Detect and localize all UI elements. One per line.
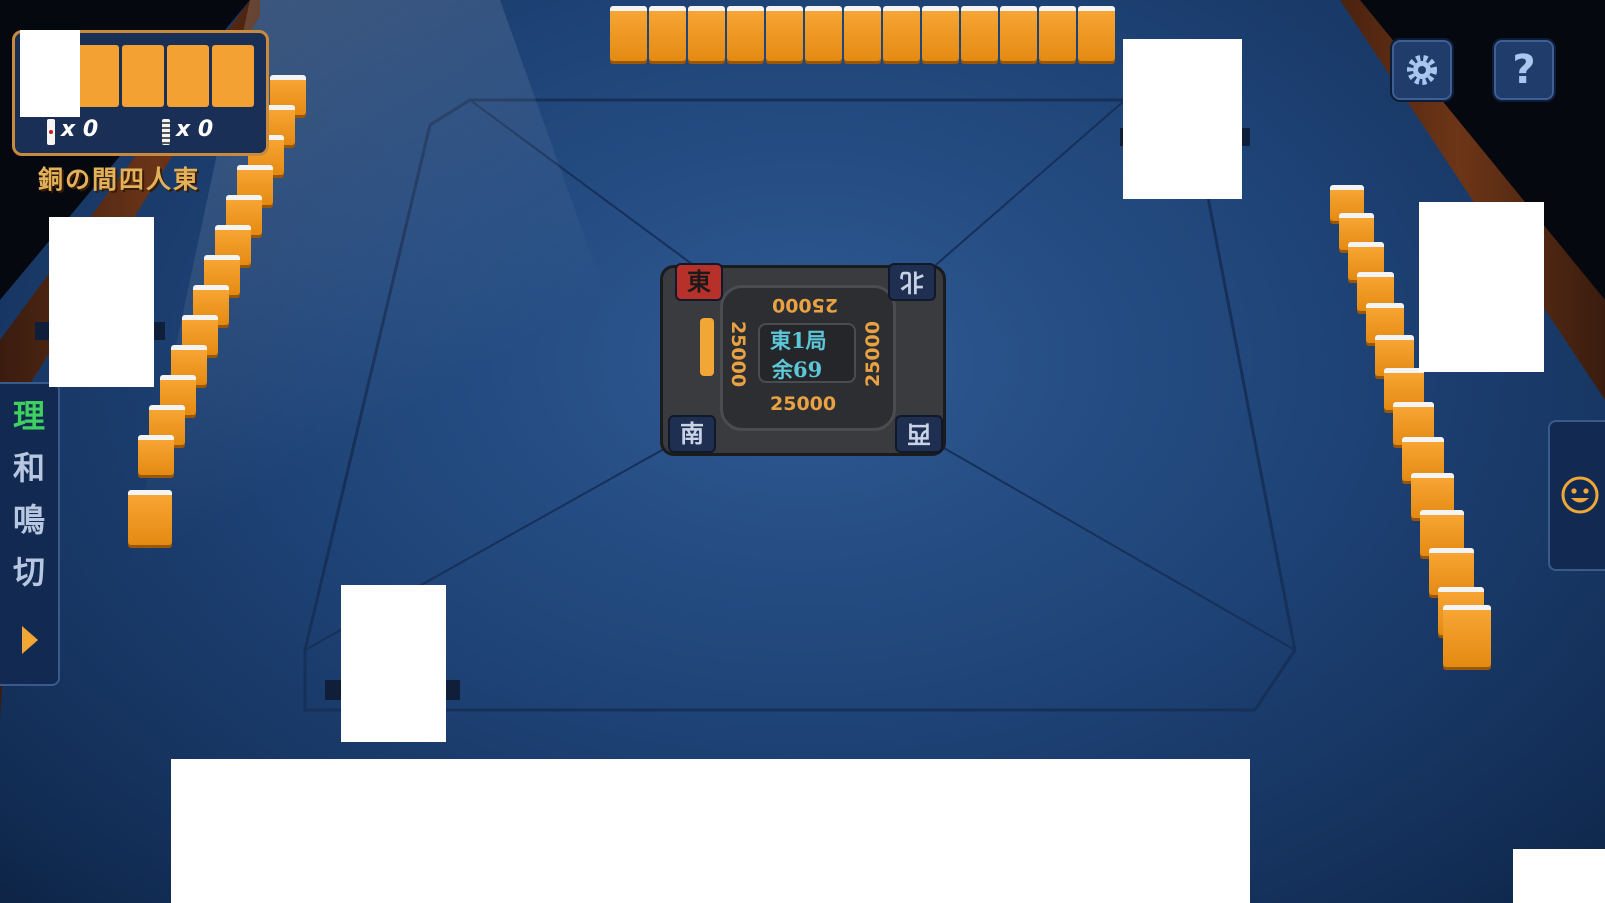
smiley-icon [1561, 476, 1599, 514]
riichi-stick-count: x 0 [61, 117, 99, 142]
help-button[interactable]: ? [1492, 38, 1556, 102]
auto-call-toggle[interactable]: 鳴 [0, 494, 58, 546]
tile-back [1443, 605, 1491, 667]
redacted-region [20, 30, 80, 117]
room-name: 銅の間四人東 [38, 165, 201, 194]
help-label: ? [1512, 47, 1536, 93]
hundred-stick-count: x 0 [176, 117, 214, 142]
remaining-tiles-label: 余69 [772, 357, 823, 382]
auto-action-panel: 理 和 鳴 切 [0, 382, 60, 686]
dora-tile-slot [212, 45, 254, 107]
opponent-top-hand [610, 6, 1122, 61]
redacted-region [1419, 202, 1544, 372]
wind-right: 北 [888, 263, 936, 301]
tile-back [1039, 6, 1076, 61]
tile-back [961, 6, 998, 61]
wind-self: 東 [675, 263, 723, 301]
tile-back [766, 6, 803, 61]
hundred-stick-icon [162, 119, 170, 145]
tile-back [844, 6, 881, 61]
round-label: 東1局 [770, 328, 827, 353]
tile-back [128, 490, 172, 545]
tile-back [805, 6, 842, 61]
settings-button[interactable] [1390, 38, 1454, 102]
score-right: 25000 [862, 320, 885, 388]
turn-indicator [700, 318, 714, 376]
score-left: 25000 [727, 320, 750, 388]
riichi-stick-icon [47, 119, 55, 145]
game-scene: 東 北 西 南 25000 25000 25000 25000 東1局 余69 … [0, 0, 1605, 903]
dora-tile-slot [167, 45, 209, 107]
tile-back [1078, 6, 1115, 61]
tile-back [138, 435, 174, 475]
auto-riichi-toggle[interactable]: 理 [0, 390, 58, 442]
dora-tile-slot [122, 45, 164, 107]
wind-top: 西 [895, 415, 943, 453]
tile-back [610, 6, 647, 61]
redacted-region [1123, 39, 1242, 199]
tile-back [688, 6, 725, 61]
score-top: 25000 [772, 294, 839, 316]
redacted-region [341, 585, 446, 742]
dora-tile-slot [77, 45, 119, 107]
gear-icon [1407, 55, 1437, 85]
redacted-region [1513, 849, 1605, 903]
tile-back [649, 6, 686, 61]
auto-discard-toggle[interactable]: 切 [0, 546, 58, 598]
redacted-player-hand [171, 759, 1250, 903]
tile-back [883, 6, 920, 61]
triangle-right-icon[interactable] [20, 624, 40, 656]
tile-back [922, 6, 959, 61]
wind-left: 南 [668, 415, 716, 453]
score-bottom: 25000 [770, 393, 837, 415]
emote-button[interactable] [1548, 420, 1605, 571]
tile-back [1000, 6, 1037, 61]
auto-win-toggle[interactable]: 和 [0, 442, 58, 494]
redacted-region [49, 217, 154, 387]
tile-back [727, 6, 764, 61]
